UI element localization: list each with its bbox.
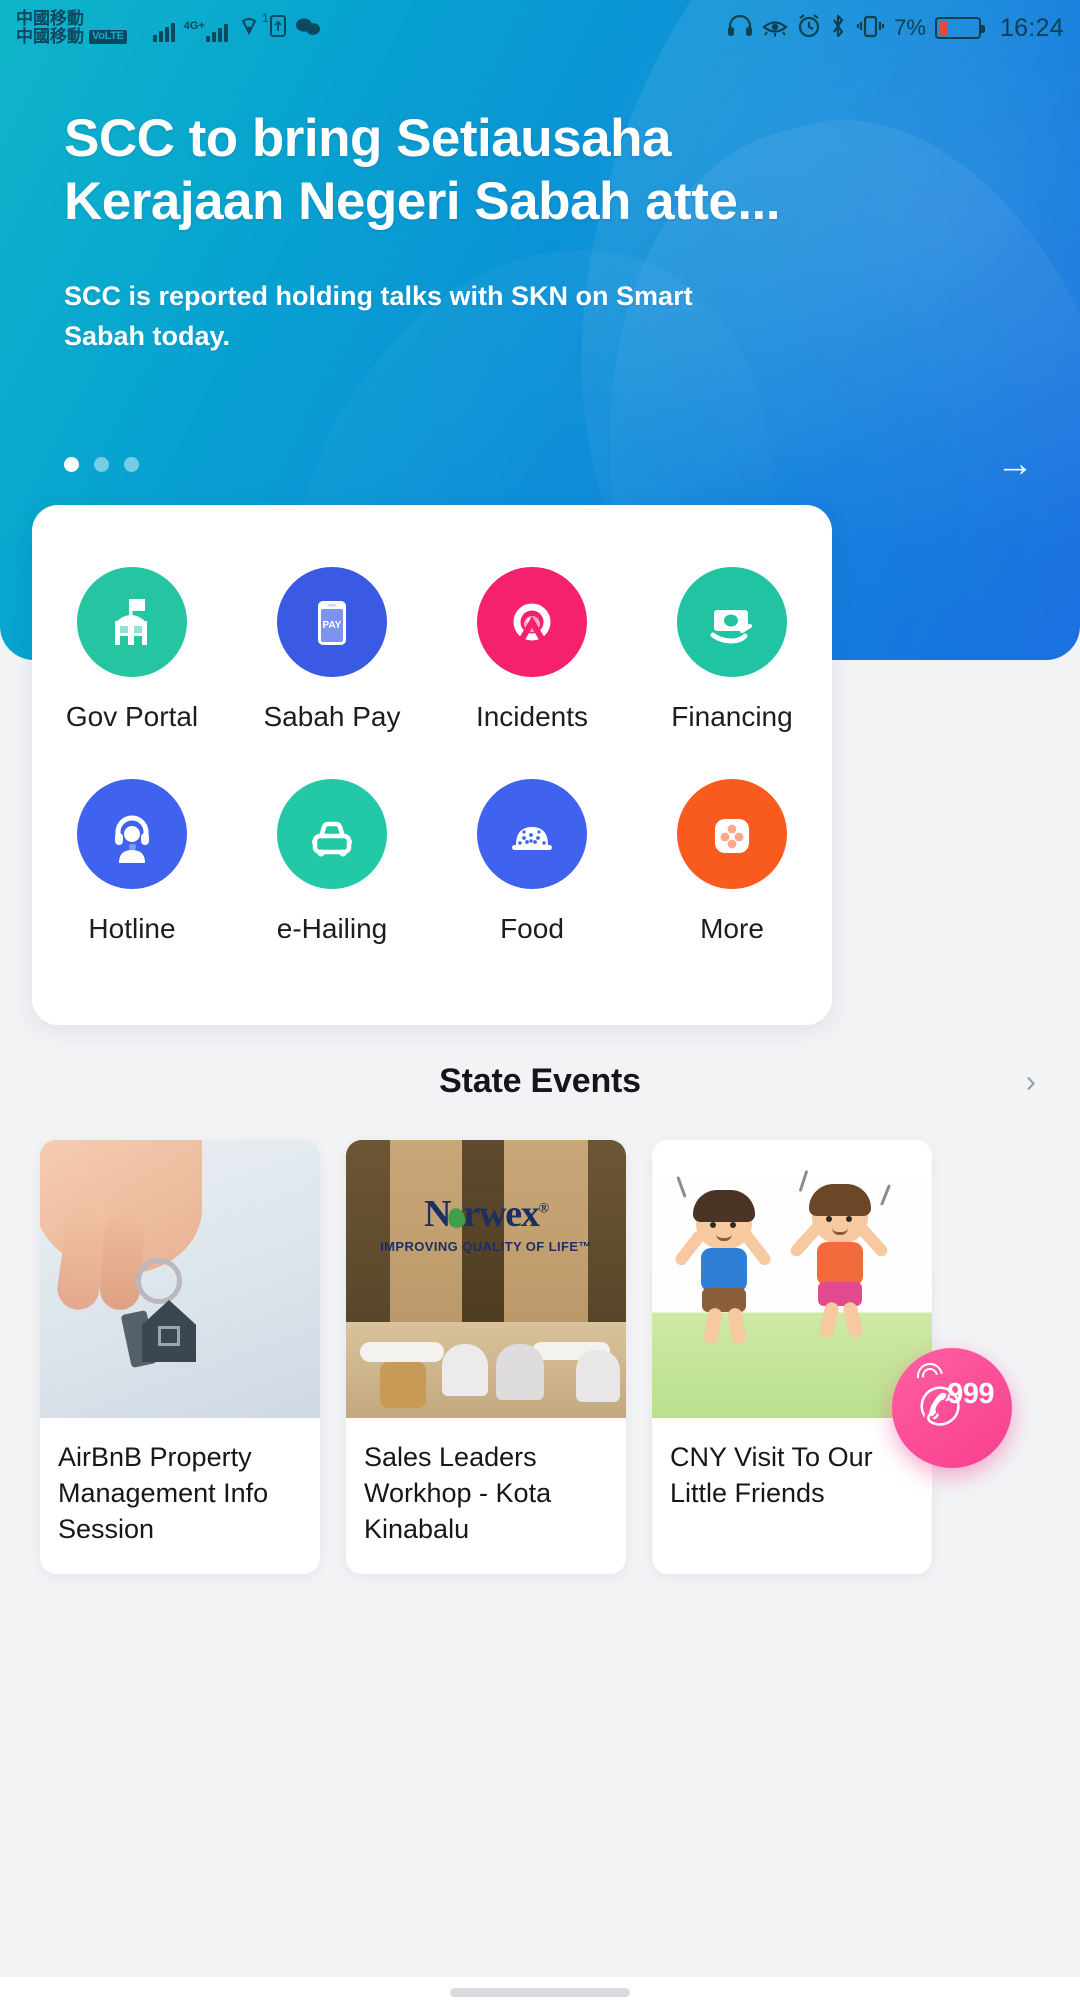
emergency-number-label: 999 xyxy=(947,1378,994,1410)
service-item-hotline[interactable]: Hotline xyxy=(32,779,232,945)
keys-in-hand-photo xyxy=(40,1140,320,1418)
state-events-header: State Events › xyxy=(0,1022,1080,1140)
more-grid-icon xyxy=(677,779,787,889)
hero-subtitle: SCC is reported holding talks with SKN o… xyxy=(64,281,693,352)
service-label: e-Hailing xyxy=(276,913,388,944)
status-clock: 16:24 xyxy=(999,13,1064,42)
service-item-gov-portal[interactable]: Gov Portal xyxy=(32,567,232,733)
service-label: Hotline xyxy=(88,913,176,944)
mobile-pay-icon: PAY xyxy=(277,567,387,677)
service-grid-row-1: Gov Portal PAY Sabah Pay Incidents Finan… xyxy=(32,567,832,733)
carousel-dot-2[interactable] xyxy=(94,456,109,472)
event-card[interactable]: CNY Visit To Our Little Friends xyxy=(652,1140,932,1574)
service-item-sabah-pay[interactable]: PAY Sabah Pay xyxy=(232,567,432,733)
service-item-incidents[interactable]: Incidents xyxy=(432,567,632,733)
bluetooth-icon xyxy=(830,14,846,43)
rice-bowl-icon xyxy=(477,779,587,889)
home-gesture-pill[interactable] xyxy=(450,1988,630,1997)
children-jumping-illustration xyxy=(652,1140,932,1418)
headset-support-icon xyxy=(77,779,187,889)
svg-text:PAY: PAY xyxy=(323,620,342,631)
event-card-title: CNY Visit To Our Little Friends xyxy=(670,1442,873,1508)
carousel-dot-3[interactable] xyxy=(124,456,139,472)
service-grid-row-2: Hotline e-Hailing Food More xyxy=(32,779,832,945)
hero-text-block: SCC to bring Setiausaha Kerajaan Negeri … xyxy=(64,108,824,357)
app-home-screen: SCC to bring Setiausaha Kerajaan Negeri … xyxy=(0,0,1080,2003)
government-building-icon xyxy=(77,567,187,677)
carrier-line-2: 中國移動 xyxy=(16,27,84,46)
system-navigation-bar xyxy=(0,1977,1080,2003)
state-events-more-arrow-icon[interactable]: › xyxy=(1026,1066,1036,1097)
hotspot-icon: 1 xyxy=(237,11,269,42)
state-events-title: State Events xyxy=(439,1061,641,1100)
carousel-dot-1[interactable] xyxy=(64,456,79,472)
carousel-dots[interactable] xyxy=(64,456,139,472)
status-right-icons: 7% 16:24 xyxy=(727,14,1064,43)
service-label: Food xyxy=(500,913,564,944)
service-label: More xyxy=(700,913,764,944)
state-events-carousel[interactable]: AirBnB Property Management Info Session … xyxy=(0,1140,1080,1574)
service-label: Sabah Pay xyxy=(263,701,401,732)
hero-controls: → xyxy=(64,445,1034,483)
service-grid-card: Gov Portal PAY Sabah Pay Incidents Finan… xyxy=(32,505,832,1025)
carrier-line-1: 中國移動 xyxy=(16,8,84,28)
status-left-icons: 4G+ 1 xyxy=(152,11,321,42)
service-label: Gov Portal xyxy=(65,701,199,732)
service-item-more[interactable]: More xyxy=(632,779,832,945)
event-card-title: Sales Leaders Workhop - Kota Kinabalu xyxy=(364,1442,552,1544)
battery-icon xyxy=(934,17,985,39)
signal-bars-icon xyxy=(152,20,175,42)
service-label: Incidents xyxy=(475,701,589,732)
headphones-icon xyxy=(727,14,753,42)
service-item-financing[interactable]: Financing xyxy=(632,567,832,733)
event-card[interactable]: AirBnB Property Management Info Session xyxy=(40,1140,320,1574)
money-hand-icon xyxy=(677,567,787,677)
norwex-booth-photo: Nrwex® IMPROVING QUALITY OF LIFE™ xyxy=(346,1140,626,1418)
incident-alert-icon xyxy=(477,567,587,677)
vibrate-icon xyxy=(855,14,885,43)
service-label: Financing xyxy=(671,701,793,732)
network-4g-icon: 4G+ xyxy=(184,20,228,42)
state-events-section: State Events › AirBnB Property Managemen… xyxy=(0,1022,1080,2003)
status-bar: 中國移動 中國移動 VoLTE 4G+ 1 7% 16:24 xyxy=(0,0,1080,56)
car-icon xyxy=(277,779,387,889)
hero-headline: SCC to bring Setiausaha Kerajaan Negeri … xyxy=(64,109,781,231)
battery-percent-label: 7% xyxy=(894,15,926,40)
carrier-label: 中國移動 中國移動 VoLTE xyxy=(16,8,127,47)
sim-card-icon xyxy=(269,14,286,42)
event-card-title: AirBnB Property Management Info Session xyxy=(58,1442,269,1544)
service-item-food[interactable]: Food xyxy=(432,779,632,945)
wechat-icon xyxy=(295,17,321,42)
service-item-ehailing[interactable]: e-Hailing xyxy=(232,779,432,945)
alarm-clock-icon xyxy=(797,13,821,43)
event-card[interactable]: Nrwex® IMPROVING QUALITY OF LIFE™ Sales … xyxy=(346,1140,626,1574)
eye-comfort-icon xyxy=(762,15,788,42)
volte-badge: VoLTE xyxy=(89,30,127,45)
emergency-call-fab[interactable]: ✆ 999 xyxy=(892,1348,1012,1468)
carousel-next-arrow-icon[interactable]: → xyxy=(996,445,1034,483)
